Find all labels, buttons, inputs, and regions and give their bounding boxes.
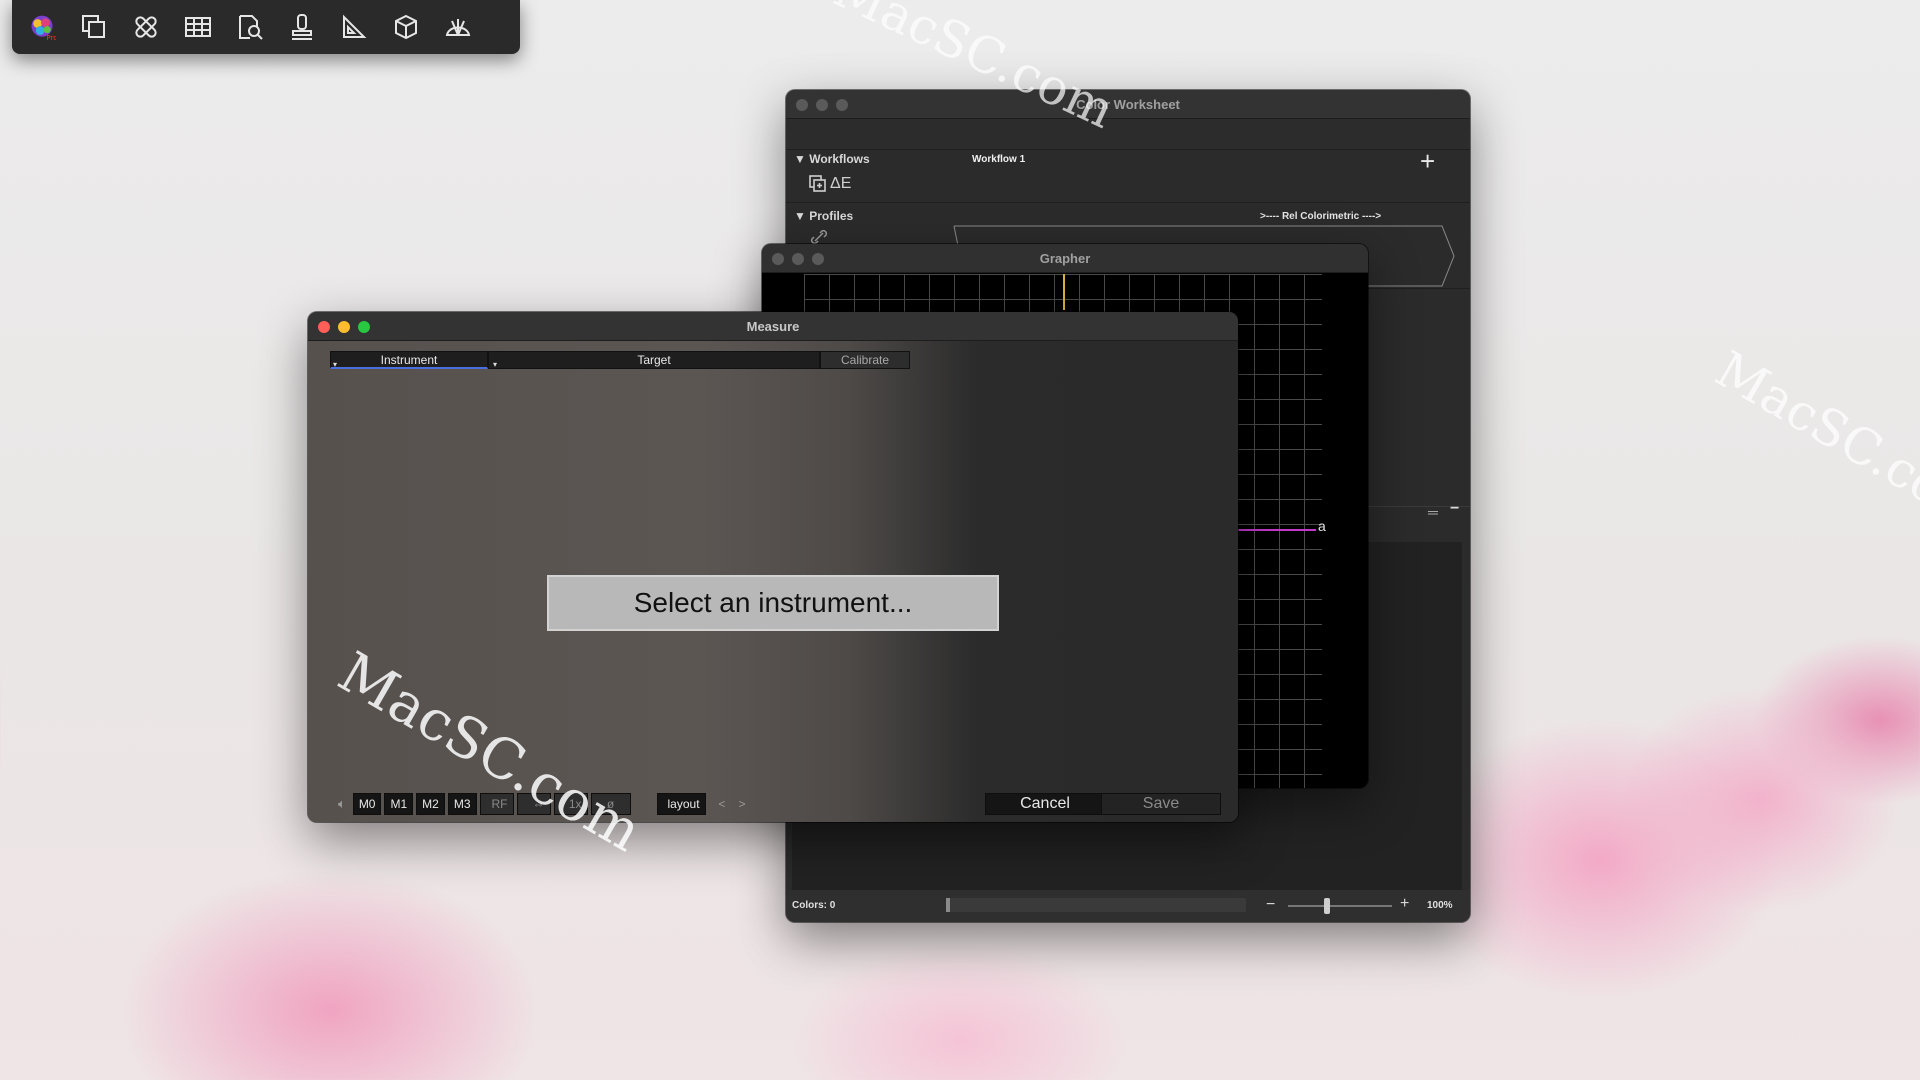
watermark: MacSC.co [1706, 340, 1920, 518]
colors-count: Colors: 0 [792, 900, 836, 911]
zoom-slider[interactable] [1288, 898, 1392, 914]
close-button[interactable] [796, 99, 808, 111]
add-layer-icon [809, 175, 826, 192]
triangle-ruler-icon[interactable] [338, 11, 370, 43]
tab-instrument[interactable]: Instrument ▾ ▾ [330, 351, 497, 369]
worksheet-toolbar [786, 119, 1470, 150]
workflow-item[interactable]: ΔE [808, 174, 851, 194]
tool-palette: Pro [12, 0, 520, 54]
worksheet-statusbar: Colors: 0 − + 100% [786, 890, 1470, 922]
fan-icon[interactable] [442, 11, 474, 43]
tab-calibrate[interactable]: Calibrate [820, 351, 910, 369]
mode-m2-button[interactable]: M2 [416, 793, 445, 815]
zoom-slider-thumb[interactable] [1324, 898, 1330, 914]
add-workflow-button[interactable]: + [1420, 146, 1435, 177]
close-button[interactable] [318, 321, 330, 333]
delta-e-label: ΔE [830, 175, 852, 192]
magenta-marker-line [1232, 529, 1316, 531]
save-button[interactable]: Save [1101, 793, 1221, 815]
measure-tabbar: Instrument ▾ ▾ Target Calibrate [330, 351, 910, 369]
horizontal-scrollbar[interactable] [946, 898, 1246, 912]
zoom-in-button[interactable]: + [1400, 895, 1409, 913]
measure-titlebar: Measure [308, 312, 1238, 341]
select-instrument-button[interactable]: Select an instrument... [547, 575, 999, 631]
tab-target-label: Target [637, 353, 671, 367]
mode-m0-button[interactable]: M0 [352, 793, 382, 815]
profiles-disclosure[interactable]: ▼ Profiles [794, 209, 853, 223]
select-instrument-label: Select an instrument... [633, 587, 913, 618]
grapher-titlebar: Grapher [762, 244, 1368, 273]
mode-m1-button[interactable]: M1 [384, 793, 414, 815]
tab-instrument-label: Instrument [380, 352, 438, 367]
minimize-button[interactable] [338, 321, 350, 333]
tab-target[interactable]: Target [488, 351, 820, 369]
zoom-button[interactable] [812, 253, 824, 265]
workflow-name: Workflow 1 [972, 154, 1026, 165]
yellow-marker-line [1063, 274, 1065, 310]
next-button[interactable]: > [739, 797, 746, 811]
bandage-icon[interactable] [130, 11, 162, 43]
dropdown-arrow-icon: ▾ [492, 360, 497, 369]
marker-letter: a [1318, 518, 1326, 534]
zoom-percentage: 100% [1427, 900, 1453, 911]
minus-button[interactable]: − [1450, 500, 1459, 518]
workflows-label: Workflows [809, 152, 870, 166]
minimize-button[interactable] [816, 99, 828, 111]
window-title: Grapher [1039, 250, 1091, 266]
speaker-icon[interactable]: 🔈︎ [338, 796, 346, 812]
dropdown-arrow-icon: ▾ [333, 360, 338, 369]
table-grid-icon[interactable] [182, 11, 214, 43]
workflows-disclosure[interactable]: ▼ Workflows [794, 152, 870, 166]
stamp-icon[interactable] [286, 11, 318, 43]
minimize-button[interactable] [792, 253, 804, 265]
layout-button[interactable]: layout [656, 793, 706, 815]
document-magnifier-icon[interactable] [234, 11, 266, 43]
collapse-bars-icon[interactable]: ═ [1428, 504, 1438, 520]
colorful-brain-logo-icon[interactable]: Pro [26, 11, 58, 43]
profiles-label: Profiles [809, 209, 854, 223]
stacked-windows-icon[interactable] [78, 11, 110, 43]
zoom-out-button[interactable]: − [1266, 896, 1275, 914]
svg-text:Pro: Pro [46, 34, 56, 41]
mode-m3-button[interactable]: M3 [447, 793, 477, 815]
worksheet-titlebar: Color Worksheet [786, 90, 1470, 119]
previous-button[interactable]: < [719, 797, 726, 811]
tab-calibrate-label: Calibrate [840, 353, 890, 367]
zoom-button[interactable] [358, 321, 370, 333]
rendering-intent-label: >---- Rel Colorimetric ----> [1260, 211, 1382, 222]
cube-icon[interactable] [390, 11, 422, 43]
window-title: Measure [746, 318, 800, 334]
close-button[interactable] [772, 253, 784, 265]
zoom-button[interactable] [836, 99, 848, 111]
cancel-button[interactable]: Cancel [985, 793, 1105, 815]
